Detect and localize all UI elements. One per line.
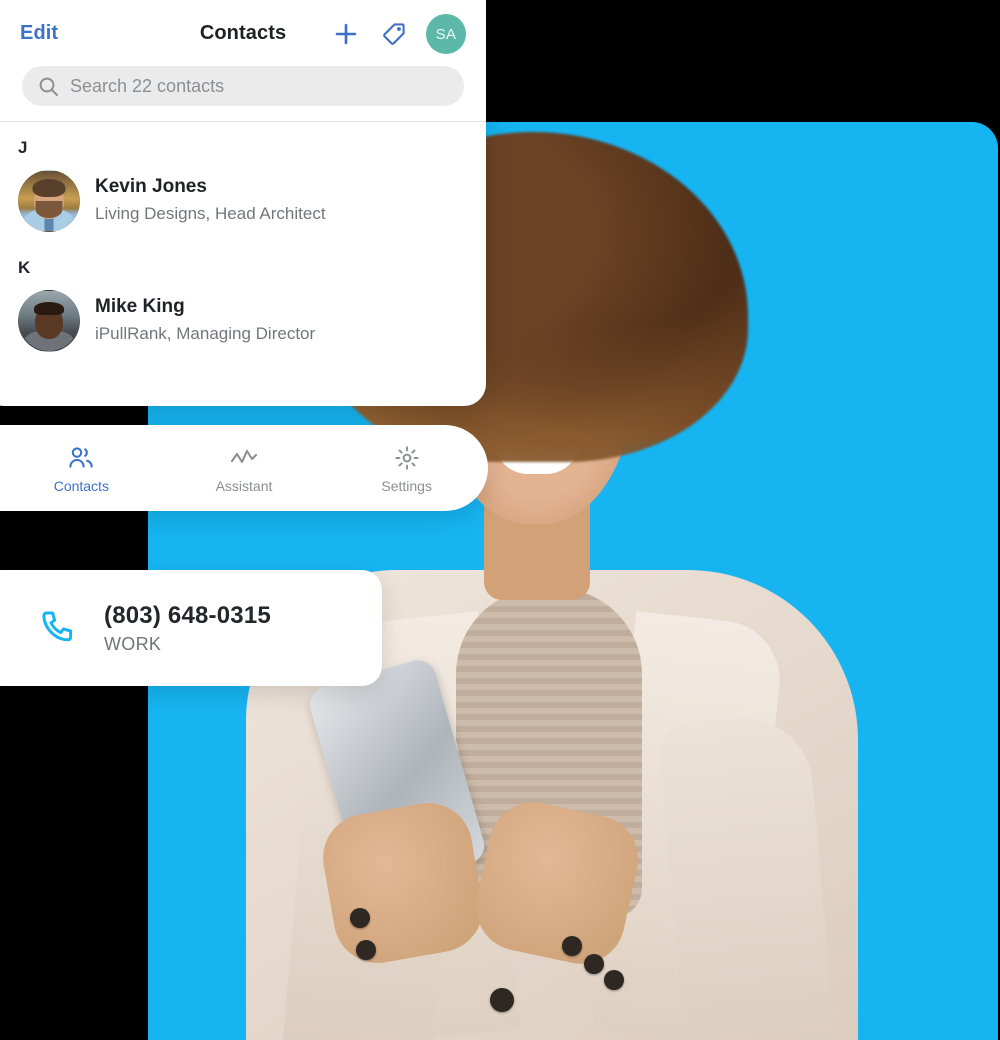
user-avatar[interactable]: SA [426, 14, 466, 54]
phone-number-card[interactable]: (803) 648-0315 WORK [0, 570, 382, 686]
tag-icon [383, 23, 405, 45]
section-header-k: K [18, 258, 31, 277]
tags-button[interactable] [378, 18, 410, 50]
screenshot-stage: Edit Contacts SA Search 22 contacts J Ke… [0, 0, 1000, 1040]
contacts-panel: Edit Contacts SA Search 22 contacts J Ke… [0, 0, 486, 406]
contact-subtitle: Living Designs, Head Architect [95, 204, 326, 224]
phone-label: WORK [104, 633, 162, 654]
tab-contacts[interactable]: Contacts [0, 443, 163, 494]
people-icon [69, 446, 93, 468]
tab-assistant[interactable]: Assistant [163, 443, 326, 494]
contact-name: Mike King [95, 296, 185, 318]
section-header-j: J [18, 138, 28, 157]
bottom-tab-bar: Contacts Assistant Settings [0, 425, 488, 511]
tab-contacts-label: Contacts [53, 477, 109, 494]
settings-icon [395, 445, 419, 470]
tab-settings[interactable]: Settings [325, 443, 488, 494]
search-bar [0, 66, 486, 106]
phone-number: (803) 648-0315 [104, 601, 271, 629]
contacts-list: J Kevin Jones Living Designs, Head Archi… [0, 122, 486, 368]
tab-settings-label: Settings [381, 477, 432, 494]
activity-icon [230, 449, 258, 463]
contact-avatar [18, 290, 80, 352]
search-pill[interactable] [22, 66, 464, 106]
contact-avatar [18, 170, 80, 232]
phone-icon [42, 611, 73, 642]
contact-name: Kevin Jones [95, 176, 207, 198]
plus-icon [335, 23, 357, 45]
nav-actions: SA [330, 14, 466, 54]
tab-assistant-label: Assistant [215, 477, 273, 494]
list-item[interactable]: Kevin Jones Living Designs, Head Archite… [0, 164, 486, 242]
navigation-bar: Edit Contacts SA [0, 0, 486, 54]
contact-subtitle: iPullRank, Managing Director [95, 324, 316, 344]
add-contact-button[interactable] [330, 18, 362, 50]
user-avatar-initials: SA [435, 25, 457, 43]
list-item[interactable]: Mike King iPullRank, Managing Director [0, 284, 486, 362]
search-input[interactable] [70, 75, 448, 97]
search-icon [39, 77, 58, 96]
